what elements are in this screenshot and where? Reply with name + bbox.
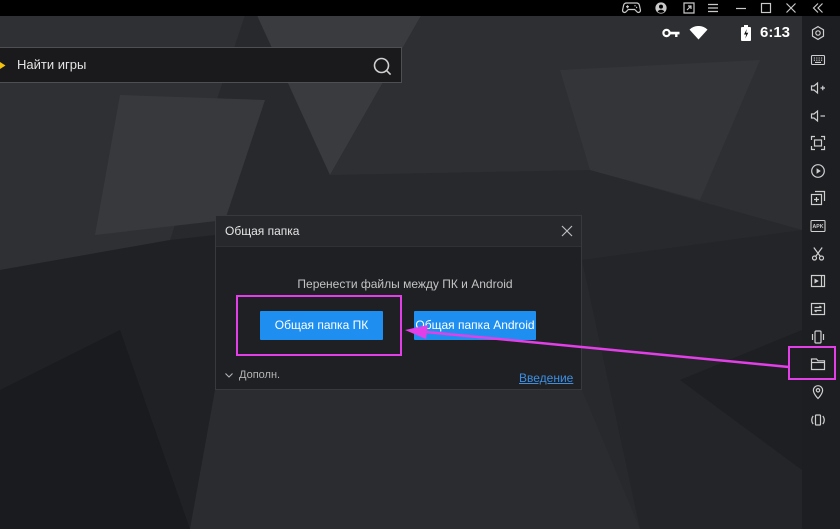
apk-icon: APK (810, 219, 826, 233)
dialog-message: Перенести файлы между ПК и Android (297, 277, 513, 291)
record-icon (811, 164, 825, 178)
search-placeholder: Найти игры (17, 57, 87, 72)
collapse-sidebar-icon[interactable] (812, 2, 824, 14)
sidebar-location-button[interactable] (804, 380, 832, 404)
location-icon (812, 385, 824, 400)
minimize-icon[interactable] (735, 2, 747, 14)
shared-folder-dialog: Общая папка Перенести файлы между ПК и A… (215, 215, 582, 390)
battery-charging-icon (741, 25, 751, 41)
dialog-title-bar: Общая папка (216, 216, 581, 247)
sidebar-shared-folder-button[interactable] (804, 352, 832, 376)
more-options-toggle[interactable]: Дополн. (225, 368, 280, 382)
folder-icon (810, 358, 826, 371)
wallpaper-facet (190, 390, 640, 529)
android-status-bar: 6:13 (600, 16, 802, 48)
sidebar-sync-button[interactable] (804, 297, 832, 321)
resize-screen-icon (810, 135, 826, 151)
sidebar-rotate-button[interactable] (804, 408, 832, 432)
more-options-label: Дополн. (239, 369, 281, 381)
sync-icon (810, 302, 826, 316)
sidebar-resize-button[interactable] (804, 131, 832, 155)
sidebar-apk-button[interactable]: APK (804, 214, 832, 238)
sidebar-import-button[interactable] (804, 186, 832, 210)
pc-shared-folder-button[interactable]: Общая папка ПК (260, 311, 383, 340)
vpn-key-icon (662, 28, 680, 38)
android-shared-folder-button[interactable]: Общая папка Android (414, 311, 536, 340)
sidebar-video-button[interactable] (804, 269, 832, 293)
sidebar-settings-button[interactable] (804, 21, 832, 45)
dialog-close-button[interactable] (561, 225, 573, 237)
wifi-icon (689, 26, 708, 40)
chevron-down-icon (225, 372, 233, 378)
sidebar-volume-up-button[interactable] (804, 76, 832, 100)
search-icon[interactable] (373, 57, 392, 76)
emulator-sidebar: APK (802, 16, 840, 529)
dialog-title: Общая папка (225, 224, 300, 238)
apk-label: APK (813, 224, 824, 230)
sidebar-keyboard-button[interactable] (804, 48, 832, 72)
chevron-right-icon (0, 62, 6, 69)
maximize-icon[interactable] (760, 2, 772, 14)
window-titlebar (0, 0, 840, 16)
menu-icon[interactable] (707, 2, 719, 14)
video-icon (810, 274, 826, 288)
shake-icon (811, 330, 825, 344)
volume-up-icon (810, 81, 825, 95)
settings-icon (811, 25, 825, 41)
sidebar-shake-button[interactable] (804, 325, 832, 349)
volume-down-icon (810, 109, 825, 123)
import-icon (810, 190, 826, 206)
rotate-icon (811, 414, 825, 426)
sidebar-scissors-button[interactable] (804, 242, 832, 266)
close-icon (561, 225, 573, 237)
multi-window-icon[interactable] (683, 2, 695, 14)
status-time: 6:13 (760, 24, 791, 41)
gamepad-icon[interactable] (621, 2, 642, 14)
sidebar-volume-down-button[interactable] (804, 104, 832, 128)
scissors-icon (811, 247, 825, 261)
search-input[interactable]: Найти игры (0, 47, 402, 83)
sidebar-record-button[interactable] (804, 159, 832, 183)
introduction-link[interactable]: Введение (519, 371, 573, 385)
user-icon[interactable] (655, 2, 667, 14)
close-icon[interactable] (785, 2, 797, 14)
keyboard-icon (810, 54, 826, 66)
